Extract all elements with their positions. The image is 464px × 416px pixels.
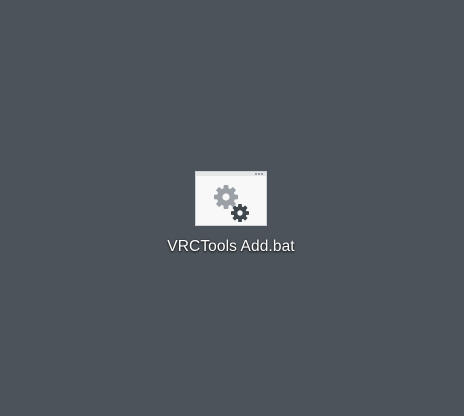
file-label[interactable]: VRCTools Add.bat — [167, 238, 294, 256]
gears-icon — [214, 185, 249, 222]
small-gear-icon — [231, 204, 249, 222]
desktop-file-vrctools-add-bat[interactable]: VRCTools Add.bat — [150, 168, 312, 264]
large-gear-icon — [214, 185, 238, 209]
desktop[interactable]: VRCTools Add.bat — [0, 0, 464, 416]
batch-file-gears-icon[interactable] — [195, 171, 267, 226]
